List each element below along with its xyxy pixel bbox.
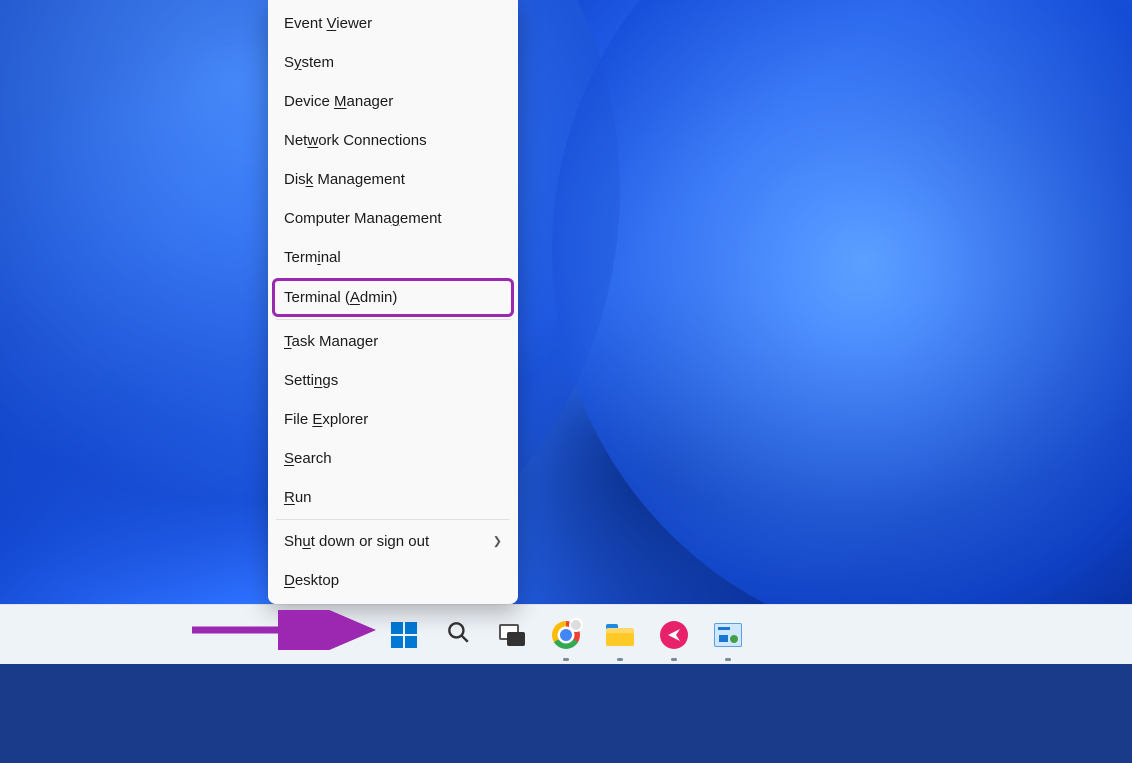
menu-file-explorer[interactable]: File Explorer (272, 400, 514, 439)
menu-terminal-admin[interactable]: Terminal (Admin) (272, 278, 514, 317)
windows-logo-icon (391, 622, 417, 648)
share-icon (660, 621, 688, 649)
menu-disk-management[interactable]: Disk Management (272, 160, 514, 199)
task-view-icon (499, 624, 525, 646)
menu-terminal[interactable]: Terminal (272, 238, 514, 277)
search-button[interactable] (437, 614, 479, 656)
menu-separator (276, 319, 510, 320)
running-indicator (617, 658, 623, 661)
running-indicator (671, 658, 677, 661)
winx-power-menu: Event Viewer System Device Manager Netwo… (268, 0, 518, 604)
task-view-button[interactable] (491, 614, 533, 656)
folder-icon (606, 624, 634, 646)
chevron-right-icon: ❯ (493, 534, 502, 549)
start-button[interactable] (383, 614, 425, 656)
running-indicator (725, 658, 731, 661)
menu-network-connections[interactable]: Network Connections (272, 121, 514, 160)
chrome-icon (552, 621, 580, 649)
menu-event-viewer[interactable]: Event Viewer (272, 4, 514, 43)
menu-system[interactable]: System (272, 43, 514, 82)
taskbar (0, 604, 1132, 664)
control-panel-app[interactable] (707, 614, 749, 656)
menu-shutdown-signout[interactable]: Shut down or sign out ❯ (272, 522, 514, 561)
menu-computer-management[interactable]: Computer Management (272, 199, 514, 238)
menu-run[interactable]: Run (272, 478, 514, 517)
menu-search[interactable]: Search (272, 439, 514, 478)
menu-task-manager[interactable]: Task Manager (272, 322, 514, 361)
menu-device-manager[interactable]: Device Manager (272, 82, 514, 121)
menu-desktop[interactable]: Desktop (272, 561, 514, 600)
chrome-app[interactable] (545, 614, 587, 656)
running-indicator (563, 658, 569, 661)
desktop-wallpaper (0, 0, 1132, 664)
menu-settings[interactable]: Settings (272, 361, 514, 400)
control-panel-icon (714, 623, 742, 647)
quick-share-app[interactable] (653, 614, 695, 656)
search-icon (445, 619, 471, 650)
profile-badge-icon (569, 618, 583, 632)
menu-separator (276, 519, 510, 520)
file-explorer-app[interactable] (599, 614, 641, 656)
